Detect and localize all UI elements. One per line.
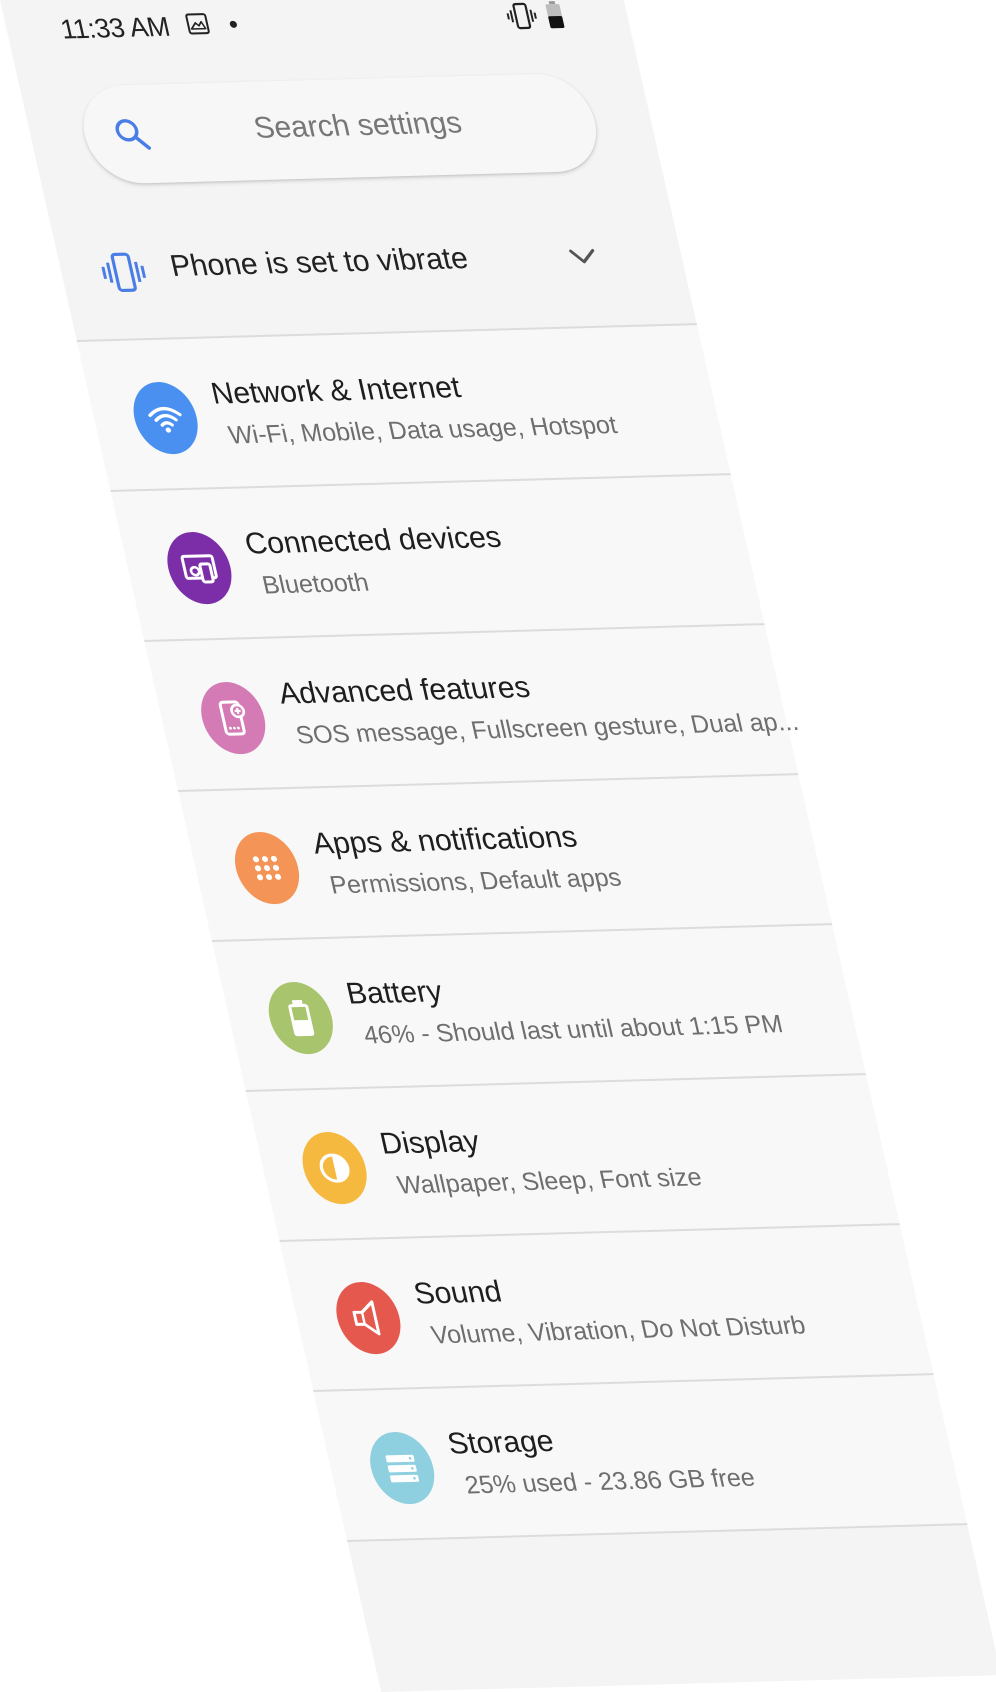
settings-item-title: Apps & notifications	[309, 820, 581, 861]
settings-item-title: Battery	[343, 975, 446, 1011]
status-bar: 11:33 AM	[0, 0, 636, 70]
settings-item-connected-devices[interactable]: Connected devices Bluetooth	[110, 475, 765, 642]
settings-item-battery[interactable]: Battery 46% - Should last until about 1:…	[212, 925, 867, 1092]
battery-icon	[261, 981, 340, 1055]
settings-item-sound[interactable]: Sound Volume, Vibration, Do Not Disturb	[279, 1225, 934, 1392]
vibrate-banner[interactable]: Phone is set to vibrate	[54, 223, 694, 330]
settings-item-display[interactable]: Display Wallpaper, Sleep, Font size	[246, 1075, 900, 1242]
search-icon	[115, 119, 151, 150]
vibrate-icon	[101, 252, 147, 293]
image-icon	[185, 13, 210, 35]
search-bar[interactable]: Search settings	[73, 72, 606, 185]
display-icon	[295, 1131, 374, 1205]
chevron-down-icon[interactable]	[567, 245, 600, 268]
vibrate-banner-text: Phone is set to vibrate	[167, 241, 472, 284]
apps-icon	[227, 831, 307, 905]
settings-item-title: Advanced features	[275, 670, 534, 711]
vibrate-icon	[506, 2, 537, 30]
settings-item-title: Storage	[444, 1424, 557, 1461]
settings-item-subtitle: Wallpaper, Sleep, Font size	[394, 1163, 705, 1200]
connected-devices-icon	[160, 531, 239, 605]
settings-item-advanced-features[interactable]: Advanced features SOS message, Fullscree…	[144, 625, 802, 792]
settings-list: Network & Internet Wi-Fi, Mobile, Data u…	[76, 323, 968, 1542]
settings-item-title: Network & Internet	[207, 370, 464, 411]
settings-screen: 11:33 AM Search settings Phone is set to…	[0, 0, 996, 1692]
settings-item-subtitle: Bluetooth	[259, 568, 372, 600]
screen: 11:33 AM Search settings Phone is set to…	[0, 0, 996, 1692]
notification-dot	[229, 20, 238, 28]
settings-item-subtitle: Volume, Vibration, Do Not Disturb	[428, 1311, 809, 1350]
settings-item-title: Connected devices	[241, 520, 505, 561]
settings-item-apps[interactable]: Apps & notifications Permissions, Defaul…	[178, 775, 833, 942]
settings-item-subtitle: 25% used - 23.86 GB free	[462, 1463, 758, 1500]
battery-icon	[545, 1, 565, 29]
settings-item-subtitle: 46% - Should last until about 1:15 PM	[360, 1010, 786, 1050]
settings-item-subtitle: SOS message, Fullscreen gesture, Dual ap…	[293, 707, 802, 750]
status-time: 11:33 AM	[57, 11, 173, 45]
settings-item-subtitle: Permissions, Default apps	[327, 863, 624, 900]
settings-item-title: Sound	[410, 1275, 505, 1311]
settings-item-storage[interactable]: Storage 25% used - 23.86 GB free	[313, 1375, 968, 1542]
wifi-icon	[126, 381, 205, 455]
sound-icon	[329, 1281, 408, 1355]
storage-icon	[363, 1431, 442, 1505]
search-placeholder: Search settings	[250, 106, 465, 145]
settings-item-subtitle: Wi-Fi, Mobile, Data usage, Hotspot	[225, 410, 620, 450]
advanced-features-icon	[194, 681, 273, 755]
settings-item-network[interactable]: Network & Internet Wi-Fi, Mobile, Data u…	[77, 325, 731, 492]
settings-item-title: Display	[376, 1125, 483, 1161]
